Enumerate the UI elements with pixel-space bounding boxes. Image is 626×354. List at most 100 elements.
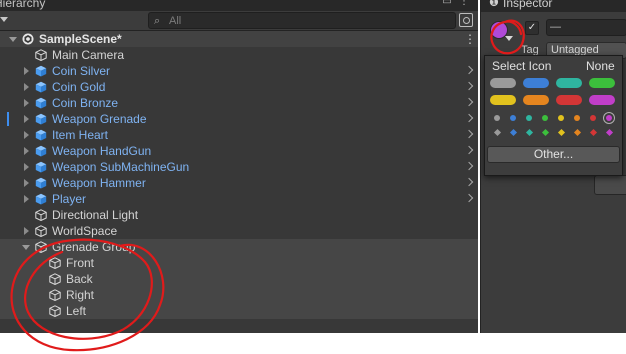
dot-icon[interactable] [526,115,532,121]
scene-name: SampleScene* [39,32,122,46]
scene-search-icon[interactable] [459,13,473,27]
fold-arrow-icon[interactable] [24,131,29,139]
active-checkbox[interactable]: ✓ [525,21,539,35]
hierarchy-item-label: Main Camera [52,48,125,62]
hierarchy-row[interactable]: Back [0,271,478,287]
hierarchy-row[interactable]: Grenade Group [0,239,478,255]
hierarchy-item-label: Weapon SubMachineGun [52,160,190,174]
label-pill-icon[interactable] [490,78,516,88]
open-prefab-chevron-icon[interactable] [464,193,474,203]
fold-arrow-icon[interactable] [24,163,29,171]
hierarchy-row[interactable]: Player [0,191,478,207]
label-pill-icon[interactable] [556,78,582,88]
fold-arrow-icon[interactable] [24,179,29,187]
hierarchy-row[interactable]: Weapon HandGun [0,143,478,159]
hierarchy-row[interactable]: Front [0,255,478,271]
fold-arrow-icon[interactable] [24,67,29,75]
hierarchy-item-label: Item Heart [52,128,109,142]
prefab-cube-icon [35,145,47,157]
gameobject-cube-icon [49,273,61,285]
hierarchy-item-label: Coin Bronze [52,96,119,110]
hierarchy-row[interactable]: Weapon Hammer [0,175,478,191]
gameobject-cube-icon [49,289,61,301]
icon-dropdown-icon[interactable] [505,36,513,41]
diamond-icon[interactable] [541,128,550,137]
hierarchy-row[interactable]: Right [0,287,478,303]
fold-arrow-icon[interactable] [24,83,29,91]
hierarchy-tab-title: Hierarchy [0,0,46,10]
dot-icon[interactable] [542,115,548,121]
label-pill-icon[interactable] [556,95,582,105]
scene-menu-icon[interactable]: ⋮ [464,31,476,47]
scene-row[interactable]: SampleScene* ⋮ [0,31,478,47]
name-field[interactable]: — [546,19,626,36]
hierarchy-item-label: Coin Silver [52,64,111,78]
dot-icon[interactable] [606,115,612,121]
hierarchy-row[interactable]: WorldSpace [0,223,478,239]
hierarchy-item-label: Directional Light [52,208,139,222]
hierarchy-row[interactable]: Weapon Grenade [0,111,478,127]
prefab-cube-icon [35,97,47,109]
hierarchy-row[interactable]: Coin Bronze [0,95,478,111]
label-pill-icon[interactable] [490,95,516,105]
fold-arrow-icon[interactable] [22,245,30,250]
open-prefab-chevron-icon[interactable] [464,65,474,75]
lock-icon[interactable]: ▭ [442,0,452,7]
unity-scene-icon [22,33,34,45]
hierarchy-item-label: Left [66,304,87,318]
dot-icon[interactable] [494,115,500,121]
gameobject-cube-icon [35,49,47,61]
open-prefab-chevron-icon[interactable] [464,129,474,139]
fold-arrow-icon[interactable] [24,99,29,107]
label-pill-icon[interactable] [589,78,615,88]
hierarchy-row[interactable]: Coin Gold [0,79,478,95]
diamond-icon[interactable] [493,128,502,137]
info-icon: ❶ [489,0,499,9]
diamond-icon[interactable] [509,128,518,137]
dot-icon[interactable] [558,115,564,121]
create-dropdown-icon[interactable] [0,17,8,22]
gameobject-cube-icon [49,305,61,317]
search-input[interactable] [169,14,449,27]
open-prefab-chevron-icon[interactable] [464,97,474,107]
open-prefab-chevron-icon[interactable] [464,113,474,123]
label-pill-icon[interactable] [589,95,615,105]
hierarchy-row[interactable]: Directional Light [0,207,478,223]
diamond-icon[interactable] [589,128,598,137]
hierarchy-tab[interactable]: Hierarchy ▭ ⋮ [0,0,478,11]
label-pill-icon[interactable] [523,78,549,88]
hierarchy-row[interactable]: Weapon SubMachineGun [0,159,478,175]
prefab-cube-icon [35,161,47,173]
dot-icon[interactable] [510,115,516,121]
open-prefab-chevron-icon[interactable] [464,177,474,187]
inspector-button[interactable] [594,175,626,195]
hierarchy-item-label: Player [52,192,87,206]
open-prefab-chevron-icon[interactable] [464,161,474,171]
inspector-tab[interactable]: ❶ Inspector [481,0,626,12]
scene-fold-icon[interactable] [9,37,17,42]
open-prefab-chevron-icon[interactable] [464,81,474,91]
label-pill-icon[interactable] [523,95,549,105]
tab-menu-icon[interactable]: ⋮ [459,0,469,7]
diamond-icon[interactable] [525,128,534,137]
hierarchy-row[interactable]: Main Camera [0,47,478,63]
dot-icon[interactable] [590,115,596,121]
hierarchy-toolbar: ⌕ [0,11,478,31]
hierarchy-row[interactable]: Item Heart [0,127,478,143]
hierarchy-row[interactable]: Coin Silver [0,63,478,79]
none-option[interactable]: None [586,59,615,73]
prefab-cube-icon [35,113,47,125]
dot-icon[interactable] [574,115,580,121]
open-prefab-chevron-icon[interactable] [464,145,474,155]
fold-arrow-icon[interactable] [24,115,29,123]
diamond-icon[interactable] [557,128,566,137]
hierarchy-row[interactable]: Left [0,303,478,319]
fold-arrow-icon[interactable] [24,147,29,155]
hierarchy-item-label: Weapon Grenade [52,112,147,126]
fold-arrow-icon[interactable] [24,227,29,235]
search-field[interactable]: ⌕ [148,12,456,29]
other-button[interactable]: Other... [487,146,620,163]
diamond-icon[interactable] [605,128,614,137]
diamond-icon[interactable] [573,128,582,137]
fold-arrow-icon[interactable] [24,195,29,203]
